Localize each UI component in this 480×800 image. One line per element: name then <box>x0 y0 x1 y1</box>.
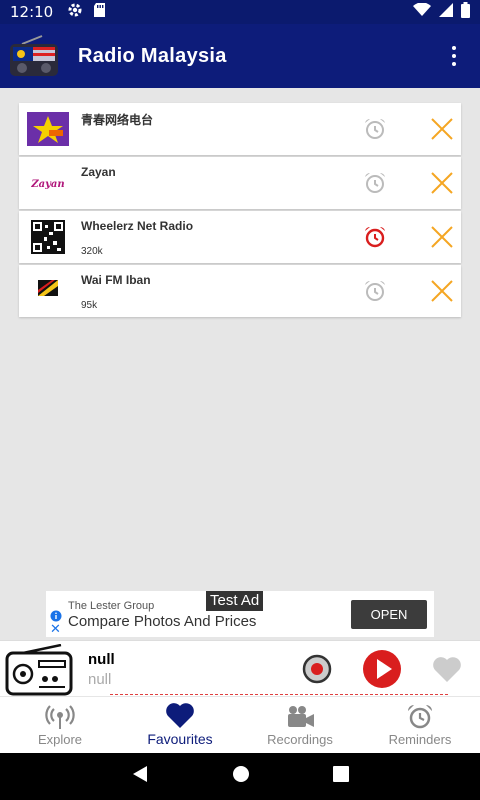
list-item[interactable]: Wheelerz Net Radio 320k <box>19 211 461 263</box>
alarm-clock-icon[interactable] <box>363 225 387 249</box>
list-item[interactable]: Wai FM Iban 95k <box>19 265 461 317</box>
system-navigation-bar <box>0 753 480 800</box>
ad-headline[interactable]: Compare Photos And Prices <box>68 613 256 630</box>
video-camera-icon <box>285 704 315 730</box>
test-ad-label: Test Ad <box>206 591 264 611</box>
nav-label: Reminders <box>388 731 452 747</box>
station-logo <box>27 274 69 308</box>
status-time: 12:10 <box>10 3 54 21</box>
radio-logo-icon <box>8 34 60 78</box>
overflow-menu-button[interactable] <box>446 44 462 68</box>
info-icon[interactable] <box>50 609 62 622</box>
list-item[interactable]: 青春网络电台 <box>19 103 461 155</box>
progress-line <box>110 694 448 695</box>
nav-label: Explore <box>37 731 83 747</box>
broadcast-icon <box>45 704 75 730</box>
station-logo: Zayan <box>27 166 69 200</box>
player-title: null <box>88 651 115 668</box>
station-bitrate: 320k <box>81 246 103 257</box>
nav-item-recordings[interactable]: Recordings <box>240 697 360 753</box>
list-item[interactable]: Zayan Zayan <box>19 157 461 209</box>
remove-icon[interactable] <box>430 279 454 303</box>
bottom-navigation: Explore Favourites Recordings Reminders <box>0 697 480 753</box>
nav-label: Recordings <box>267 731 333 747</box>
remove-icon[interactable] <box>430 171 454 195</box>
alarm-clock-icon <box>405 704 435 730</box>
ad-advertiser: The Lester Group <box>68 600 155 612</box>
wifi-icon <box>413 1 431 22</box>
home-icon[interactable] <box>232 765 250 788</box>
nav-item-explore[interactable]: Explore <box>0 697 120 753</box>
close-icon[interactable]: ✕ <box>50 622 61 635</box>
battery-icon <box>461 1 470 23</box>
app-title: Radio Malaysia <box>78 44 227 67</box>
record-button[interactable] <box>302 654 332 684</box>
mini-player: null null <box>0 640 480 696</box>
status-bar: 12:10 <box>0 0 480 24</box>
back-icon[interactable] <box>131 765 149 788</box>
nav-item-favourites[interactable]: Favourites <box>120 697 240 753</box>
station-bitrate: 95k <box>81 300 98 311</box>
radio-icon <box>5 643 73 696</box>
favourites-list: 青春网络电台 Zayan Zayan Wheelerz Net Radio 32… <box>19 103 461 319</box>
ad-banner[interactable]: Test Ad ✕ The Lester Group Compare Photo… <box>46 591 434 637</box>
station-name: 青春网络电台 <box>81 113 154 127</box>
alarm-clock-icon[interactable] <box>363 279 387 303</box>
ad-open-button[interactable]: OPEN <box>351 600 427 629</box>
station-name: Zayan <box>81 165 116 179</box>
signal-icon <box>439 2 453 22</box>
nav-label: Favourites <box>147 731 213 747</box>
app-bar: Radio Malaysia <box>0 24 480 88</box>
player-subtitle: null <box>88 671 112 688</box>
station-name: Wai FM Iban <box>81 273 151 287</box>
heart-icon <box>165 703 195 729</box>
station-logo <box>27 220 69 254</box>
station-name: Wheelerz Net Radio <box>81 219 194 233</box>
sd-card-icon <box>93 2 106 23</box>
remove-icon[interactable] <box>430 117 454 141</box>
heart-icon[interactable] <box>432 655 462 683</box>
alarm-clock-icon[interactable] <box>363 117 387 141</box>
recents-icon[interactable] <box>332 766 349 787</box>
more-vert-icon <box>452 46 456 50</box>
gear-icon <box>67 2 83 23</box>
nav-item-reminders[interactable]: Reminders <box>360 697 480 753</box>
station-logo <box>27 112 69 146</box>
svg-text:Zayan: Zayan <box>30 179 64 190</box>
remove-icon[interactable] <box>430 225 454 249</box>
alarm-clock-icon[interactable] <box>363 171 387 195</box>
play-button[interactable] <box>362 649 402 689</box>
